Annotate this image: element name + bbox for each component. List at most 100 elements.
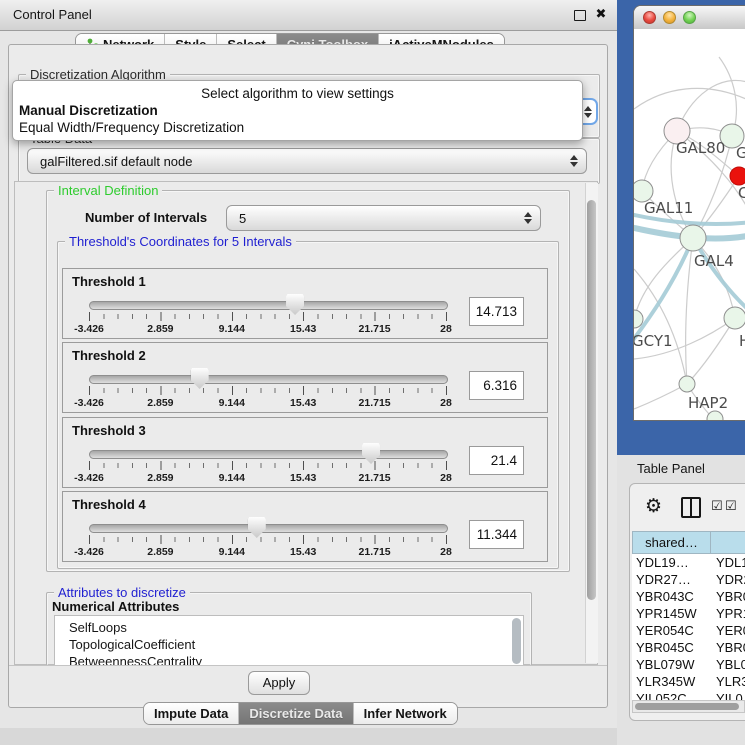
attributes-clip-region: Attributes to discretize Numerical Attri… [14,578,584,665]
stepper-arrows-icon [524,212,532,224]
column-header-shared-name[interactable]: shared… [632,531,711,554]
slider-tick-labels: -3.426 2.859 9.144 15.43 21.715 28 [89,546,446,559]
node-label: GAL80 [676,139,725,157]
table-row[interactable]: YLR345WYLR3 [632,673,745,690]
table-row[interactable]: YBR045CYBR0 [632,639,745,656]
number-of-intervals-label: Number of Intervals [85,210,207,225]
dropdown-option-equal-width-frequency[interactable]: Equal Width/Frequency Discretization [19,119,576,136]
horizontal-scrollbar[interactable] [632,700,745,713]
network-graph: GAL80 GA GAL11 C GAL4 GCY1 H HAP2 [634,29,745,421]
tab-infer-network[interactable]: Infer Network [354,703,457,724]
node-label: GA [736,144,745,162]
network-view-window[interactable]: GAL80 GA GAL11 C GAL4 GCY1 H HAP2 [633,5,745,421]
table-data-selected-value: galFiltered.sif default node [40,154,192,169]
node-label: GAL4 [694,252,734,270]
threshold-4-panel: Threshold 4 -3.426 2.859 9.144 15.43 21.… [62,491,548,562]
node-h[interactable] [724,307,745,329]
intervals-value: 5 [239,211,246,226]
threshold-label: Threshold 1 [72,274,146,289]
threshold-value-field[interactable] [469,371,524,400]
node-label: HAP2 [688,394,728,412]
apply-button[interactable]: Apply [248,671,310,695]
table-row[interactable]: YPR145WYPR1 [632,605,745,622]
threshold-slider[interactable]: -3.426 2.859 9.144 15.43 21.715 28 [89,373,446,413]
checkbox-icon[interactable]: ☑ [711,499,723,514]
threshold-value-field[interactable] [469,297,524,326]
tab-impute-data[interactable]: Impute Data [144,703,239,724]
threshold-slider[interactable]: -3.426 2.859 9.144 15.43 21.715 28 [89,448,446,488]
slider-tick-labels: -3.426 2.859 9.144 15.43 21.715 28 [89,397,446,410]
traffic-light-zoom-icon[interactable] [683,11,696,24]
stepper-arrows-icon [584,106,592,118]
scrollbar-thumb[interactable] [587,200,596,600]
node-bottom[interactable] [707,411,723,421]
node-label: H [739,332,745,350]
float-window-icon[interactable] [574,10,586,21]
interval-definition-label: Interval Definition [54,183,162,198]
table-row[interactable]: YDL19…YDL1 [632,554,745,571]
split-columns-icon[interactable] [681,497,701,518]
network-canvas[interactable]: GAL80 GA GAL11 C GAL4 GCY1 H HAP2 [634,29,745,421]
numerical-attributes-heading: Numerical Attributes [52,599,179,614]
slider-major-ticks [89,386,447,395]
slider-major-ticks [89,535,447,544]
node-label: GAL11 [644,199,693,217]
close-icon[interactable]: ✖ [595,8,607,19]
bottom-tab-strip: Impute Data Discretize Data Infer Networ… [143,702,458,725]
threshold-label: Threshold 4 [72,497,146,512]
thresholds-group-label: Threshold's Coordinates for 5 Intervals [65,234,296,249]
slider-track[interactable] [89,301,448,310]
slider-track[interactable] [89,524,448,533]
table-row[interactable]: YDR27…YDR2 [632,571,745,588]
threshold-value-field[interactable] [469,520,524,549]
number-of-intervals-spinner[interactable]: 5 [226,205,541,231]
threshold-label: Threshold 3 [72,423,146,438]
slider-tick-labels: -3.426 2.859 9.144 15.43 21.715 28 [89,472,446,485]
screen: Control Panel ✖ Network Style Select Cyn… [0,0,745,745]
list-scrollbar-thumb[interactable] [512,618,521,664]
list-item[interactable]: BetweennessCentrality [69,654,202,665]
node-highlighted[interactable] [730,167,745,185]
control-panel: Control Panel ✖ Network Style Select Cyn… [0,0,617,728]
slider-major-ticks [89,312,447,321]
slider-major-ticks [89,461,447,470]
threshold-1-panel: Threshold 1 -3.426 2.859 9.144 15.43 21.… [62,268,548,339]
slider-track[interactable] [89,450,448,459]
table-row[interactable]: YBL079WYBL0 [632,656,745,673]
numerical-attributes-list[interactable]: SelfLoops TopologicalCoefficient Between… [54,615,524,665]
traffic-light-minimize-icon[interactable] [663,11,676,24]
table-panel-title: Table Panel [637,461,705,476]
table-row[interactable]: YER054CYER0 [632,622,745,639]
column-header-name[interactable]: n [711,531,745,554]
list-item[interactable]: TopologicalCoefficient [69,637,195,654]
scrollbar-thumb[interactable] [635,703,739,710]
panel-title: Control Panel [13,7,92,22]
node-hap2[interactable] [679,376,695,392]
tab-discretize-data[interactable]: Discretize Data [239,703,353,724]
table-row[interactable]: YBR043CYBR0 [632,588,745,605]
threshold-2-panel: Threshold 2 -3.426 2.859 9.144 15.43 21.… [62,342,548,413]
network-window-titlebar[interactable] [634,6,745,30]
gear-icon[interactable]: ⚙ [645,495,662,517]
checkbox-icon[interactable]: ☑ [725,499,737,514]
algorithm-dropdown-popup: Select algorithm to view settings Manual… [12,80,583,141]
node-label: C [738,184,745,202]
stepper-arrows-icon [570,155,578,167]
vertical-scrollbar[interactable] [585,183,598,663]
slider-track[interactable] [89,375,448,384]
dropdown-option-manual-discretization[interactable]: Manual Discretization [19,102,576,119]
slider-tick-labels: -3.426 2.859 9.144 15.43 21.715 28 [89,323,446,336]
table-data-combobox[interactable]: galFiltered.sif default node [27,148,587,174]
table-row[interactable]: YIL052CYIL0 [632,690,745,700]
threshold-label: Threshold 2 [72,348,146,363]
dropdown-placeholder: Select algorithm to view settings [19,85,576,102]
threshold-value-field[interactable] [469,446,524,475]
table-data-group: Table Data galFiltered.sif default node [18,138,600,184]
threshold-slider[interactable]: -3.426 2.859 9.144 15.43 21.715 28 [89,299,446,339]
threshold-3-panel: Threshold 3 -3.426 2.859 9.144 15.43 21.… [62,417,548,488]
node-attribute-table[interactable]: shared… n YDL19…YDL1 YDR27…YDR2 YBR043CY… [632,531,745,700]
traffic-light-close-icon[interactable] [643,11,656,24]
threshold-slider[interactable]: -3.426 2.859 9.144 15.43 21.715 28 [89,522,446,562]
list-item[interactable]: SelfLoops [69,620,127,637]
node-gal4[interactable] [680,225,706,251]
